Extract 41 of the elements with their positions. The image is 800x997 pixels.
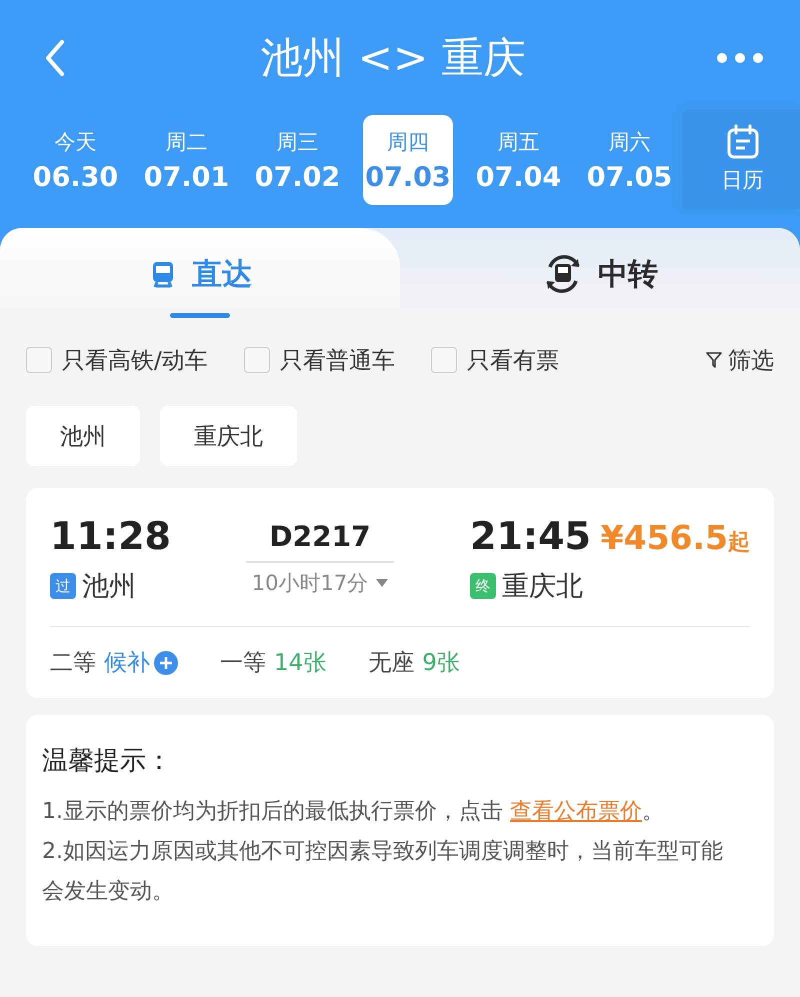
station-tag: 终 bbox=[470, 573, 496, 599]
station-chip[interactable]: 重庆北 bbox=[160, 406, 297, 466]
seat-class: 一等 bbox=[220, 649, 266, 678]
station-tag: 过 bbox=[50, 573, 76, 599]
waitlist-button[interactable]: 候补 bbox=[104, 647, 178, 678]
date-tab[interactable]: 周六 07.05 bbox=[574, 115, 685, 205]
filter-button[interactable]: 筛选 bbox=[706, 344, 774, 376]
funnel-icon bbox=[706, 351, 722, 369]
notice-text: 2.如因运力原因或其他不可控因素导致列车调度调整时，当前车型可能会发生变动。 bbox=[42, 838, 724, 906]
tab[interactable]: 中转 bbox=[400, 228, 800, 320]
train-card[interactable]: 11:28 过 池州 D2217 10小时17分 21:45 终 重庆北 ¥456.5起 二等 候补 一等 14张 无座 9张 bbox=[26, 488, 774, 698]
date-tab[interactable]: 周五 07.04 bbox=[463, 115, 574, 205]
tab[interactable]: 直达 bbox=[0, 228, 400, 320]
duration-dropdown[interactable]: 10小时17分 bbox=[252, 569, 388, 597]
ticket-count: 9张 bbox=[422, 649, 460, 678]
arrival-time: 21:45 bbox=[470, 514, 591, 558]
date-tab[interactable]: 周四 07.03 bbox=[363, 115, 453, 205]
date-tab[interactable]: 周二 07.01 bbox=[131, 115, 242, 205]
train-number: D2217 bbox=[246, 514, 394, 563]
seat-class: 无座 bbox=[368, 649, 414, 678]
caret-icon bbox=[376, 579, 388, 587]
price: ¥456.5起 bbox=[600, 518, 750, 557]
station-name: 重庆北 bbox=[502, 570, 583, 604]
calendar-icon bbox=[724, 124, 760, 160]
date-tab[interactable]: 今天 06.30 bbox=[20, 115, 131, 205]
date-tab[interactable]: 周三 07.02 bbox=[242, 115, 353, 205]
departure-time: 11:28 bbox=[50, 514, 172, 558]
window-title: 池州 <> 重庆 bbox=[259, 32, 527, 84]
station-name: 池州 bbox=[82, 570, 136, 604]
ticket-count: 14张 bbox=[274, 649, 326, 678]
notice-title: 温馨提示： bbox=[42, 745, 173, 778]
calendar-button[interactable]: 日历 bbox=[685, 109, 800, 209]
more-icon[interactable] bbox=[716, 52, 764, 64]
filter-checkbox[interactable]: 只看高铁/动车 bbox=[26, 344, 208, 376]
filter-checkbox[interactable]: 只看普通车 bbox=[244, 344, 395, 376]
seat-class: 二等 bbox=[50, 649, 96, 678]
plus-icon bbox=[154, 650, 178, 674]
price-link[interactable]: 查看公布票价 bbox=[510, 799, 642, 824]
notice-text: 1.显示的票价均为折扣后的最低执行票价，点击 查看公布票价。 bbox=[42, 798, 665, 826]
station-chip[interactable]: 池州 bbox=[26, 406, 140, 466]
filter-checkbox[interactable]: 只看有票 bbox=[430, 344, 559, 376]
